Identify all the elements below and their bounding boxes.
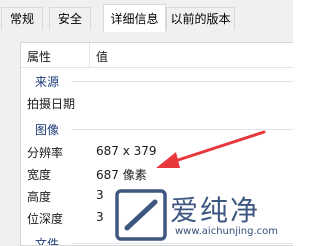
list-header: 属性 值: [21, 43, 293, 68]
property-label: 拍摄日期: [27, 97, 76, 111]
property-label: 高度: [27, 190, 52, 204]
tab-security[interactable]: 安全: [49, 7, 91, 30]
group-label: 文件: [35, 237, 60, 246]
column-header-property[interactable]: 属性: [27, 48, 51, 65]
watermark: 爱纯净 www.aichunjing.com: [112, 184, 293, 246]
column-divider[interactable]: [89, 43, 90, 67]
group-source: 来源: [21, 70, 293, 92]
watermark-logo-icon: [115, 189, 167, 241]
watermark-brand: 爱纯净: [170, 194, 261, 227]
column-header-value[interactable]: 值: [96, 48, 108, 65]
annotation-arrow-icon: [156, 130, 266, 168]
tab-details[interactable]: 详细信息: [103, 4, 166, 32]
property-label: 位深度: [27, 212, 64, 226]
group-label: 图像: [35, 123, 60, 137]
property-value: 687 像素: [96, 168, 147, 182]
watermark-url: www.aichunjing.com: [175, 226, 278, 237]
row-date-taken[interactable]: 拍摄日期: [21, 92, 293, 114]
property-label: 分辨率: [27, 146, 64, 160]
group-divider: [71, 81, 293, 82]
tab-bar: 常规 安全 详细信息 以前的版本: [0, 0, 293, 32]
property-value: 3: [96, 188, 104, 202]
group-label: 来源: [35, 75, 60, 89]
property-value: 3: [96, 210, 104, 224]
tab-previous-versions[interactable]: 以前的版本: [166, 7, 235, 30]
property-value: 687 x 379: [96, 144, 157, 158]
tab-general[interactable]: 常规: [1, 7, 43, 30]
property-label: 宽度: [27, 168, 52, 182]
